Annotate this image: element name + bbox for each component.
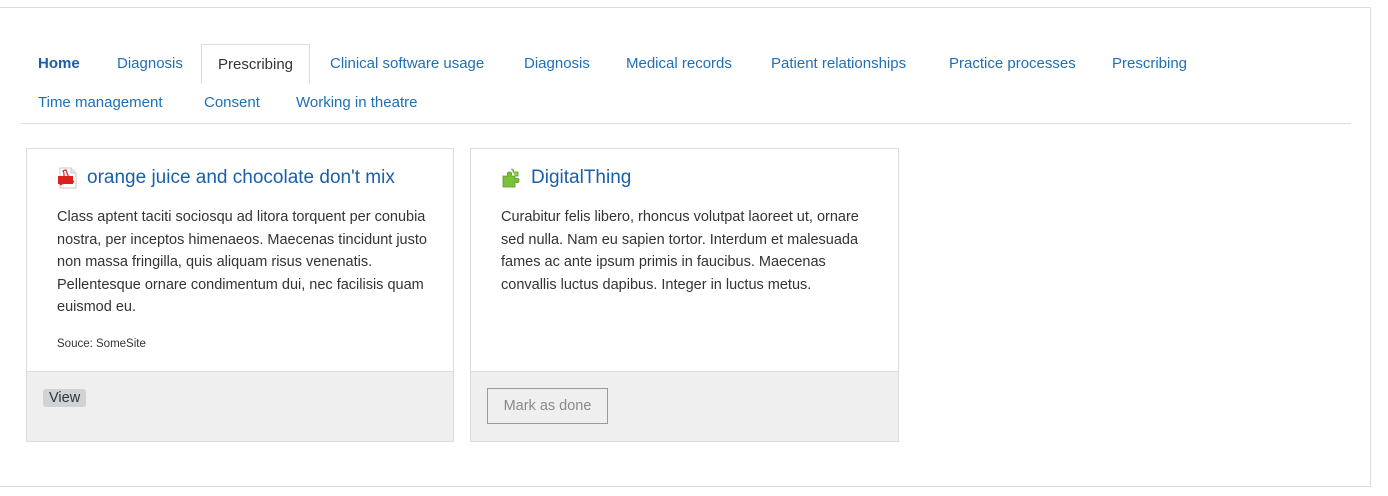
card-body: DigitalThing Curabitur felis libero, rho… (471, 149, 898, 373)
tab-home[interactable]: Home (38, 44, 80, 84)
pdf-icon (57, 167, 79, 189)
tab-medical-records[interactable]: Medical records (626, 44, 732, 84)
card-title-link[interactable]: orange juice and chocolate don't mix (57, 167, 395, 189)
card-source: Souce: SomeSite (57, 338, 146, 350)
card-title-text[interactable]: DigitalThing (531, 167, 631, 189)
tab-working-in-theatre[interactable]: Working in theatre (296, 83, 417, 123)
tab-diagnosis[interactable]: Diagnosis (117, 44, 183, 84)
resource-card: DigitalThing Curabitur felis libero, rho… (470, 148, 899, 442)
card-title-link[interactable]: DigitalThing (501, 167, 631, 189)
view-button[interactable]: View (43, 389, 87, 407)
card-body: orange juice and chocolate don't mix Cla… (27, 149, 453, 373)
tab-prescribing-active[interactable]: Prescribing (201, 44, 311, 84)
tab-diagnosis-2[interactable]: Diagnosis (524, 44, 590, 84)
mark-as-done-button[interactable]: Mark as done (487, 388, 608, 424)
card-footer: View (27, 371, 453, 441)
tab-patient-relationships[interactable]: Patient relationships (771, 44, 906, 84)
tab-clinical-software-usage[interactable]: Clinical software usage (330, 44, 484, 84)
tab-consent[interactable]: Consent (204, 83, 260, 123)
card-description: Class aptent taciti sociosqu ad litora t… (57, 209, 427, 315)
card-description: Curabitur felis libero, rhoncus volutpat… (501, 209, 859, 293)
tab-bar: Home Diagnosis Prescribing Clinical soft… (21, 44, 1351, 124)
tab-prescribing-2[interactable]: Prescribing (1112, 44, 1187, 84)
card-title-text[interactable]: orange juice and chocolate don't mix (87, 167, 395, 189)
puzzle-piece-icon (501, 167, 523, 189)
tab-time-management[interactable]: Time management (38, 83, 163, 123)
tab-practice-processes[interactable]: Practice processes (949, 44, 1076, 84)
card-footer: Mark as done (471, 371, 898, 441)
resource-card: orange juice and chocolate don't mix Cla… (26, 148, 454, 442)
